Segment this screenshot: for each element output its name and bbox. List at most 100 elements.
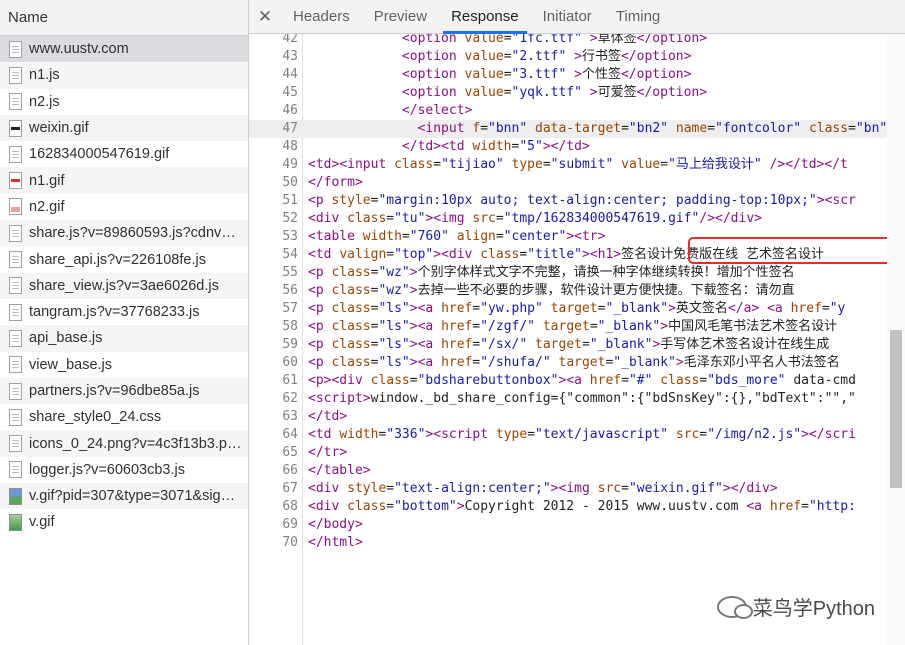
request-name: www.uustv.com [29, 41, 129, 58]
request-row[interactable]: share_view.js?v=3ae6026d.js [0, 272, 248, 299]
line-number: 44 [282, 67, 298, 82]
code-text: <p class="ls"><a href="/sx/" target="_bl… [308, 337, 830, 352]
code-text: </body> [308, 517, 363, 532]
request-row[interactable]: icons_0_24.png?v=4c3f13b3.png [0, 430, 248, 457]
code-line: 45 <option value="yqk.ttf" >可爱签</option> [249, 84, 905, 102]
tab-timing[interactable]: Timing [604, 0, 672, 33]
request-name: n2.gif [29, 198, 65, 215]
line-number: 55 [282, 265, 298, 280]
code-text: <input f="bnn" data-target="bn2" name="f… [417, 121, 888, 136]
line-number: 64 [282, 427, 298, 442]
code-text: <td valign="top"><div class="title"><h1>… [308, 247, 824, 262]
line-number: 52 [282, 211, 298, 226]
request-name: tangram.js?v=37768233.js [29, 304, 200, 321]
request-row[interactable]: tangram.js?v=37768233.js [0, 299, 248, 325]
request-row[interactable]: v.gif?pid=307&type=3071&sign=... [0, 483, 248, 510]
request-row[interactable]: 162834000547619.gif [0, 141, 248, 167]
response-source-viewer[interactable]: 42 <option value="1fc.ttf" >草体签</option>… [249, 34, 905, 645]
line-number: 46 [282, 103, 298, 118]
request-row[interactable]: api_base.js [0, 325, 248, 352]
request-row[interactable]: share_api.js?v=226108fe.js [0, 246, 248, 272]
tab-preview[interactable]: Preview [362, 0, 439, 33]
request-list: www.uustv.com n1.js n2.js weixin.gif 1628340… [0, 36, 248, 536]
request-name: share.js?v=89860593.js?cdnversion=... [29, 225, 248, 242]
code-text: <table width="760" align="center"><tr> [308, 229, 606, 244]
request-row[interactable]: n1.gif [0, 167, 248, 194]
code-line: 69 </body> [249, 516, 905, 534]
request-row[interactable]: share_style0_24.css [0, 404, 248, 430]
line-number: 54 [282, 247, 298, 262]
request-row[interactable]: logger.js?v=60603cb3.js [0, 457, 248, 483]
code-line: 48 </td><td width="5"></td> [249, 138, 905, 156]
line-number: 43 [282, 49, 298, 64]
code-text: </td><td width="5"></td> [401, 139, 590, 154]
code-line: 64 <td width="336"><script type="text/jav… [249, 426, 905, 444]
code-text: <p class="ls"><a href="/zgf/" target="_b… [308, 319, 838, 334]
code-text: </select> [401, 103, 473, 118]
code-text: </html> [308, 535, 363, 550]
code-line: 56 <p class="wz">去掉一些不必要的步骤，软件设计更方便快捷。下载签… [249, 282, 905, 300]
code-line: 70 </html> [249, 534, 905, 552]
wechat-icon [716, 595, 753, 619]
name-column-header[interactable]: Name [0, 0, 248, 36]
code-text: <div class="bottom">Copyright 2012 - 201… [308, 499, 856, 514]
line-number: 58 [282, 319, 298, 334]
vertical-scrollbar[interactable] [887, 34, 905, 645]
tab-response[interactable]: Response [439, 0, 531, 34]
code-line: 43 <option value="2.ttf" >行书签</option> [249, 48, 905, 66]
request-row[interactable]: view_base.js [0, 352, 248, 378]
request-row[interactable]: n2.js [0, 89, 248, 115]
request-row[interactable]: v.gif [0, 509, 248, 535]
code-text: <p><div class="bdsharebuttonbox"><a href… [308, 373, 856, 388]
request-name: n1.gif [29, 172, 65, 189]
line-number: 59 [282, 337, 298, 352]
request-name: share_api.js?v=226108fe.js [29, 251, 206, 268]
code-line: 59 <p class="ls"><a href="/sx/" target="_… [249, 336, 905, 354]
code-text: <option value="2.ttf" >行书签</option> [401, 49, 692, 64]
script-file-icon [9, 224, 22, 242]
code-line: 42 <option value="1fc.ttf" >草体签</option> [249, 34, 905, 48]
code-text: <p class="ls"><a href="/shufa/" target="… [308, 355, 840, 370]
request-row[interactable]: share.js?v=89860593.js?cdnversion=... [0, 220, 248, 247]
code-text: <option value="1fc.ttf" >草体签</option> [401, 34, 708, 46]
code-line: 57 <p class="ls"><a href="yw.php" target=… [249, 300, 905, 318]
line-number: 53 [282, 229, 298, 244]
line-number: 68 [282, 499, 298, 514]
image-file-icon [9, 487, 22, 505]
request-row[interactable]: n1.js [0, 62, 248, 89]
code-line: 44 <option value="3.ttf" >个性签</option> [249, 66, 905, 84]
tab-list: Headers Preview Response Initiator Timing [281, 0, 672, 34]
script-file-icon [9, 93, 22, 111]
tab-initiator[interactable]: Initiator [531, 0, 604, 33]
code-line: 58 <p class="ls"><a href="/zgf/" target="… [249, 318, 905, 336]
script-file-icon [9, 329, 22, 347]
code-text: </form> [308, 175, 363, 190]
requests-pane: Name www.uustv.com n1.js n2.js weixin.gif 16… [0, 0, 249, 645]
watermark-text: 菜鸟学Python [752, 598, 875, 620]
script-file-icon [9, 303, 22, 321]
request-row[interactable]: partners.js?v=96dbe85a.js [0, 377, 248, 405]
code-line: 62 <script>window._bd_share_config={"comm… [249, 390, 905, 408]
detail-tabbar: ✕ Headers Preview Response Initiator Timing [249, 0, 905, 34]
code-text: <option value="yqk.ttf" >可爱签</option> [401, 85, 708, 100]
close-icon[interactable]: ✕ [249, 7, 281, 27]
line-number: 49 [282, 157, 298, 172]
request-name: 162834000547619.gif [29, 146, 170, 163]
code-line: 63 </td> [249, 408, 905, 426]
request-row[interactable]: www.uustv.com [0, 36, 248, 63]
request-name: api_base.js [29, 330, 103, 347]
line-number: 70 [282, 535, 298, 550]
line-number: 51 [282, 193, 298, 208]
tab-headers[interactable]: Headers [281, 0, 362, 33]
scrollbar-thumb[interactable] [890, 330, 902, 488]
code-text: </table> [308, 463, 371, 478]
code-text: <script>window._bd_share_config={"common… [308, 391, 856, 406]
request-row[interactable]: weixin.gif [0, 114, 248, 142]
request-name: logger.js?v=60603cb3.js [29, 461, 185, 478]
code-line: 51 <p style="margin:10px auto; text-align… [249, 192, 905, 210]
request-row[interactable]: n2.gif [0, 194, 248, 220]
request-name: share_style0_24.css [29, 409, 162, 426]
code-line: 67 <div style="text-align:center;"><img s… [249, 480, 905, 498]
document-icon [9, 145, 22, 163]
script-file-icon [9, 66, 22, 84]
